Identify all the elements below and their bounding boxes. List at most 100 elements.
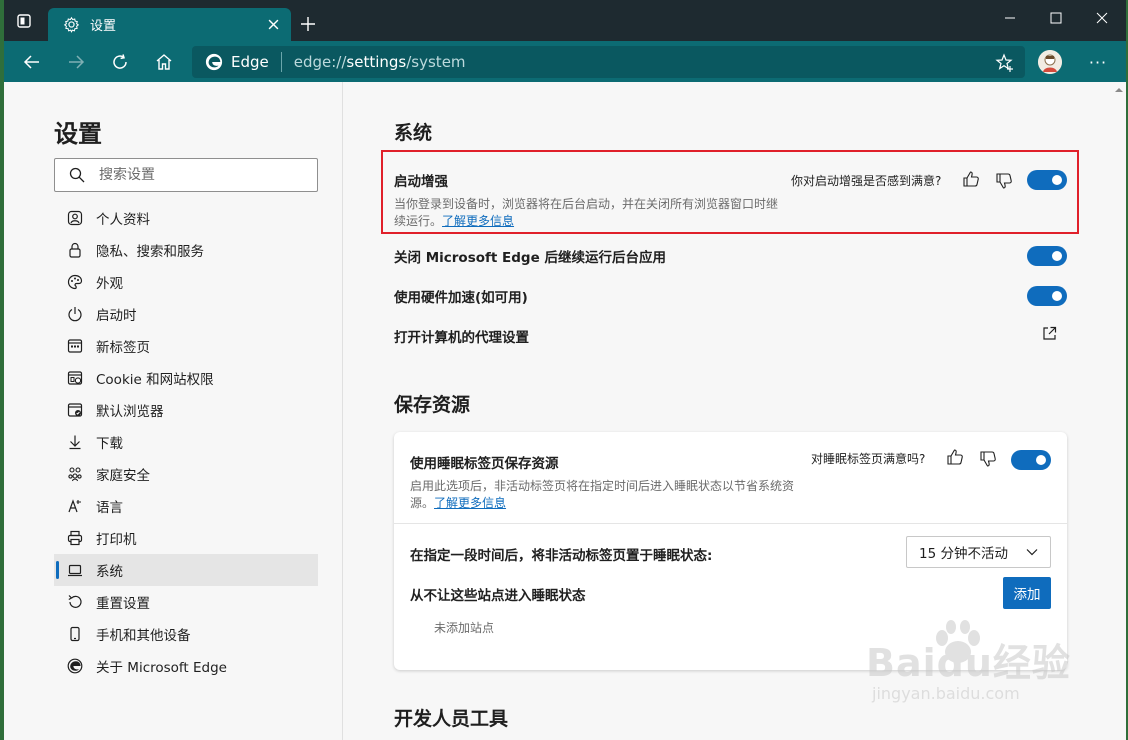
sidebar-item-label: 外观 xyxy=(96,276,123,292)
sidebar-item-languages[interactable]: 语言 xyxy=(54,490,318,522)
never-sleep-label: 从不让这些站点进入睡眠状态 xyxy=(410,588,586,604)
sidebar-item-system[interactable]: 系统 xyxy=(54,554,318,586)
sidebar-item-label: 新标签页 xyxy=(96,340,150,356)
settings-title: 设置 xyxy=(54,120,102,148)
startup-boost-feedback-question: 你对启动增强是否感到满意? xyxy=(791,174,942,188)
family-icon xyxy=(66,465,84,483)
minimize-button[interactable] xyxy=(990,4,1030,32)
thumbs-down-icon[interactable] xyxy=(979,450,997,468)
new-tab-icon xyxy=(66,337,84,355)
sidebar-item-label: 家庭安全 xyxy=(96,468,150,484)
edge-label: Edge xyxy=(231,53,269,71)
sleep-after-select[interactable]: 15 分钟不活动 xyxy=(906,536,1051,568)
close-window-button[interactable] xyxy=(1082,4,1122,32)
forward-button[interactable] xyxy=(62,49,90,75)
sidebar-item-reset[interactable]: 重置设置 xyxy=(54,586,318,618)
sidebar-item-family[interactable]: 家庭安全 xyxy=(54,458,318,490)
profile-avatar[interactable] xyxy=(1038,50,1062,74)
tab-settings[interactable]: 设置 xyxy=(48,8,291,41)
avatar-icon xyxy=(1038,50,1062,74)
hardware-accel-toggle[interactable] xyxy=(1027,286,1067,306)
sidebar-item-label: 下载 xyxy=(96,436,123,452)
sidebar-item-default-browser[interactable]: 默认浏览器 xyxy=(54,394,318,426)
startup-boost-learn-more[interactable]: 了解更多信息 xyxy=(442,214,514,228)
sidebar-item-privacy[interactable]: 隐私、搜索和服务 xyxy=(54,234,318,266)
baidu-watermark: Baidu经验 jingyan.baidu.com xyxy=(866,620,1128,720)
search-icon xyxy=(69,167,85,183)
home-icon xyxy=(156,54,172,70)
sidebar-item-label: 语言 xyxy=(96,500,123,516)
scroll-up-icon[interactable] xyxy=(1115,86,1123,94)
close-icon xyxy=(1096,12,1108,24)
sidebar-item-label: 默认浏览器 xyxy=(96,404,164,420)
reset-icon xyxy=(66,593,84,611)
palette-icon xyxy=(66,273,84,291)
tab-actions-menu-button[interactable] xyxy=(12,9,36,33)
default-browser-icon xyxy=(66,401,84,419)
sidebar-item-appearance[interactable]: 外观 xyxy=(54,266,318,298)
browser-window: 设置 Edge edge://settings/system ··· 设置 搜索… xyxy=(4,0,1126,740)
url-prefix: edge:// xyxy=(293,53,347,71)
refresh-button[interactable] xyxy=(106,49,134,75)
url-suffix: /system xyxy=(406,53,466,71)
save-resources-heading: 保存资源 xyxy=(394,394,471,416)
system-heading: 系统 xyxy=(394,122,433,144)
search-box[interactable] xyxy=(54,158,318,192)
home-button[interactable] xyxy=(150,49,178,75)
sidebar-item-about[interactable]: 关于 Microsoft Edge xyxy=(54,650,318,682)
thumbs-down-icon[interactable] xyxy=(995,172,1013,190)
sidebar-item-downloads[interactable]: 下载 xyxy=(54,426,318,458)
sidebar-item-label: 个人资料 xyxy=(96,212,150,228)
sidebar-item-cookies[interactable]: Cookie 和网站权限 xyxy=(54,362,318,394)
sidebar-item-printers[interactable]: 打印机 xyxy=(54,522,318,554)
maximize-icon xyxy=(1050,12,1062,24)
watermark-text: Baidu经验 xyxy=(866,641,1071,685)
settings-nav: 个人资料 隐私、搜索和服务 外观 启动时 新标签页 Cookie 和网站权限 默… xyxy=(54,202,318,682)
proxy-row[interactable]: 打开计算机的代理设置 xyxy=(394,326,1067,348)
thumbs-up-icon[interactable] xyxy=(962,170,980,188)
background-apps-row: 关闭 Microsoft Edge 后继续运行后台应用 xyxy=(394,246,1067,268)
startup-boost-desc: 当你登录到设备时，浏览器将在后台启动，并在关闭所有浏览器窗口时继续运行。了解更多… xyxy=(394,196,786,230)
sidebar-item-profiles[interactable]: 个人资料 xyxy=(54,202,318,234)
power-icon xyxy=(66,305,84,323)
arrow-left-icon xyxy=(23,55,39,69)
background-apps-title: 关闭 Microsoft Edge 后继续运行后台应用 xyxy=(394,250,666,266)
close-tab-icon[interactable] xyxy=(265,16,281,32)
startup-boost-toggle[interactable] xyxy=(1027,170,1067,190)
sidebar-item-startup[interactable]: 启动时 xyxy=(54,298,318,330)
download-icon xyxy=(66,433,84,451)
minimize-icon xyxy=(1005,17,1015,19)
sleeping-tabs-desc: 启用此选项后，非活动标签页将在指定时间后进入睡眠状态以节省系统资源。了解更多信息 xyxy=(410,478,802,512)
external-link-icon[interactable] xyxy=(1042,326,1057,341)
printer-icon xyxy=(66,529,84,547)
sidebar-item-new-tab[interactable]: 新标签页 xyxy=(54,330,318,362)
background-apps-toggle[interactable] xyxy=(1027,246,1067,266)
add-site-button[interactable]: 添加 xyxy=(1003,577,1051,609)
url-path: settings xyxy=(346,53,407,71)
edge-icon xyxy=(66,657,84,675)
laptop-icon xyxy=(66,561,84,579)
thumbs-up-icon[interactable] xyxy=(946,448,964,466)
refresh-icon xyxy=(113,54,127,69)
back-button[interactable] xyxy=(18,49,46,75)
tab-title: 设置 xyxy=(90,19,117,34)
dev-tools-heading: 开发人员工具 xyxy=(394,708,509,730)
address-separator xyxy=(280,52,282,72)
sleep-after-value: 15 分钟不活动 xyxy=(919,546,1008,562)
hardware-accel-row: 使用硬件加速(如可用) xyxy=(394,286,1067,308)
proxy-title: 打开计算机的代理设置 xyxy=(394,330,529,346)
settings-sidebar: 设置 个人资料 隐私、搜索和服务 外观 启动时 xyxy=(4,82,343,740)
add-favorite-icon[interactable] xyxy=(995,53,1015,73)
maximize-button[interactable] xyxy=(1036,4,1076,32)
arrow-right-icon xyxy=(69,55,85,69)
search-input[interactable] xyxy=(99,167,299,183)
new-tab-button[interactable] xyxy=(297,13,319,35)
sidebar-item-label: 系统 xyxy=(96,564,123,580)
sidebar-item-label: 重置设置 xyxy=(96,596,150,612)
navigation-toolbar: Edge edge://settings/system ··· xyxy=(4,41,1126,82)
sidebar-item-phone[interactable]: 手机和其他设备 xyxy=(54,618,318,650)
sleeping-tabs-learn-more[interactable]: 了解更多信息 xyxy=(434,496,506,510)
settings-more-button[interactable]: ··· xyxy=(1084,49,1112,75)
sleeping-tabs-toggle[interactable] xyxy=(1011,450,1051,470)
address-bar[interactable]: Edge edge://settings/system xyxy=(192,46,1025,78)
